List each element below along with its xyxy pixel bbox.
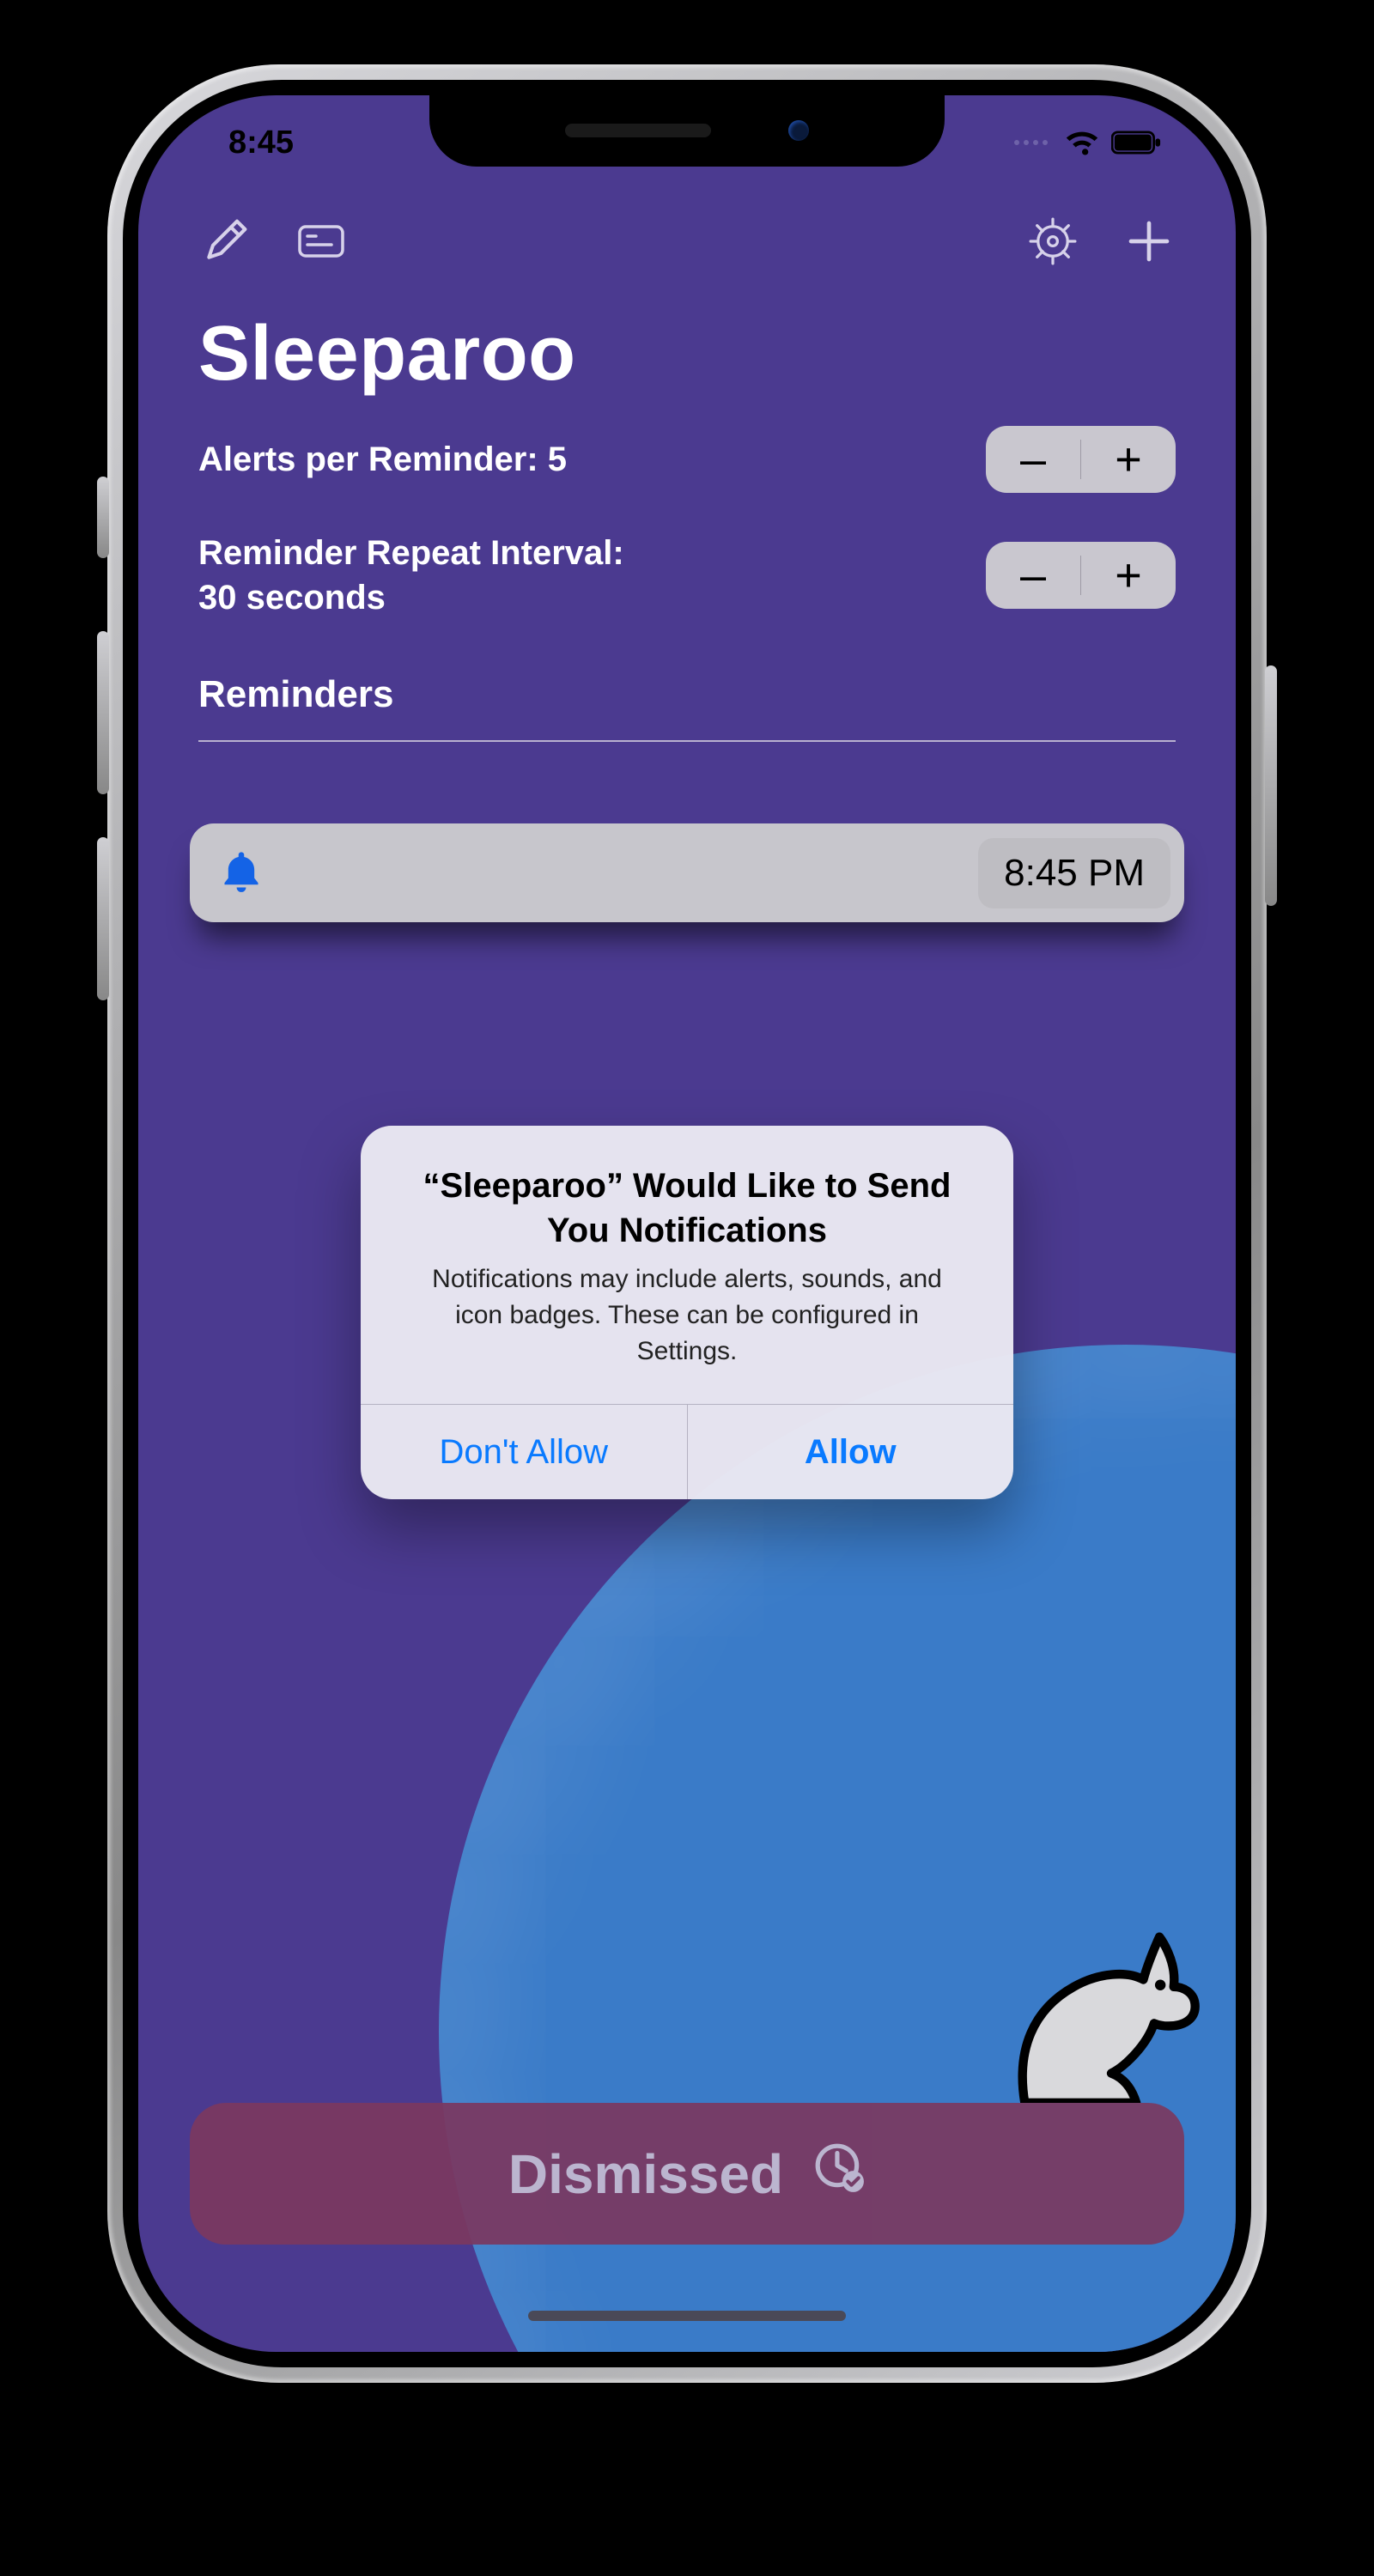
add-button[interactable] bbox=[1122, 217, 1176, 270]
bell-icon bbox=[219, 848, 264, 897]
device-bezel: 8:45 bbox=[123, 80, 1251, 2367]
dont-allow-button[interactable]: Don't Allow bbox=[361, 1405, 687, 1499]
screen: 8:45 bbox=[138, 95, 1236, 2352]
alerts-stepper: – + bbox=[986, 426, 1176, 493]
alert-buttons: Don't Allow Allow bbox=[361, 1404, 1013, 1499]
setting-alerts-label-text: Alerts per Reminder: bbox=[198, 440, 548, 478]
alerts-increment-button[interactable]: + bbox=[1081, 426, 1176, 493]
kangaroo-illustration bbox=[971, 1880, 1203, 2103]
status-time: 8:45 bbox=[228, 125, 294, 161]
settings-button[interactable] bbox=[1026, 217, 1079, 270]
dismissed-button[interactable]: Dismissed bbox=[190, 2103, 1184, 2245]
setting-alerts: Alerts per Reminder: 5 – + bbox=[138, 407, 1236, 512]
alert-message: Notifications may include alerts, sounds… bbox=[361, 1261, 1013, 1404]
edit-button[interactable] bbox=[198, 217, 252, 270]
dismissed-label: Dismissed bbox=[508, 2142, 783, 2206]
toolbar bbox=[138, 203, 1236, 284]
app-title: Sleeparoo bbox=[138, 284, 1236, 407]
card-icon bbox=[297, 217, 345, 270]
setting-interval-label-text: Reminder Repeat Interval: bbox=[198, 534, 624, 572]
reminders-heading: Reminders bbox=[198, 673, 1176, 716]
hw-mute-switch bbox=[97, 477, 109, 558]
card-view-button[interactable] bbox=[295, 217, 348, 270]
section-divider bbox=[198, 740, 1176, 742]
speaker-grille bbox=[565, 124, 711, 137]
interval-increment-button[interactable]: + bbox=[1081, 542, 1176, 609]
battery-icon bbox=[1111, 131, 1163, 155]
setting-interval: Reminder Repeat Interval: 30 seconds – + bbox=[138, 512, 1236, 639]
home-indicator[interactable] bbox=[528, 2311, 846, 2321]
setting-interval-label: Reminder Repeat Interval: 30 seconds bbox=[198, 531, 624, 620]
interval-stepper: – + bbox=[986, 542, 1176, 609]
hw-side-button bbox=[1265, 665, 1277, 906]
setting-alerts-value: 5 bbox=[548, 440, 567, 478]
pencil-icon bbox=[201, 217, 249, 270]
reminders-section: Reminders bbox=[138, 639, 1236, 742]
front-camera bbox=[788, 120, 809, 141]
alert-title: “Sleeparoo” Would Like to Send You Notif… bbox=[361, 1126, 1013, 1261]
reminder-time-chip[interactable]: 8:45 PM bbox=[978, 838, 1170, 908]
reminder-row[interactable]: 8:45 PM bbox=[190, 823, 1184, 922]
alerts-decrement-button[interactable]: – bbox=[986, 426, 1080, 493]
plus-icon bbox=[1125, 217, 1173, 270]
device-frame: 8:45 bbox=[107, 64, 1267, 2383]
wifi-icon bbox=[1065, 130, 1099, 155]
app-switcher-dots-icon bbox=[1014, 140, 1048, 145]
hw-volume-up bbox=[97, 631, 109, 794]
status-right bbox=[1014, 130, 1163, 155]
hw-volume-down bbox=[97, 837, 109, 1000]
clock-check-icon bbox=[812, 2141, 866, 2207]
setting-alerts-label: Alerts per Reminder: 5 bbox=[198, 437, 567, 482]
gear-icon bbox=[1029, 217, 1077, 270]
interval-decrement-button[interactable]: – bbox=[986, 542, 1080, 609]
notch bbox=[429, 95, 945, 167]
allow-button[interactable]: Allow bbox=[687, 1405, 1014, 1499]
setting-interval-value: 30 seconds bbox=[198, 579, 386, 617]
notification-permission-alert: “Sleeparoo” Would Like to Send You Notif… bbox=[361, 1126, 1013, 1499]
